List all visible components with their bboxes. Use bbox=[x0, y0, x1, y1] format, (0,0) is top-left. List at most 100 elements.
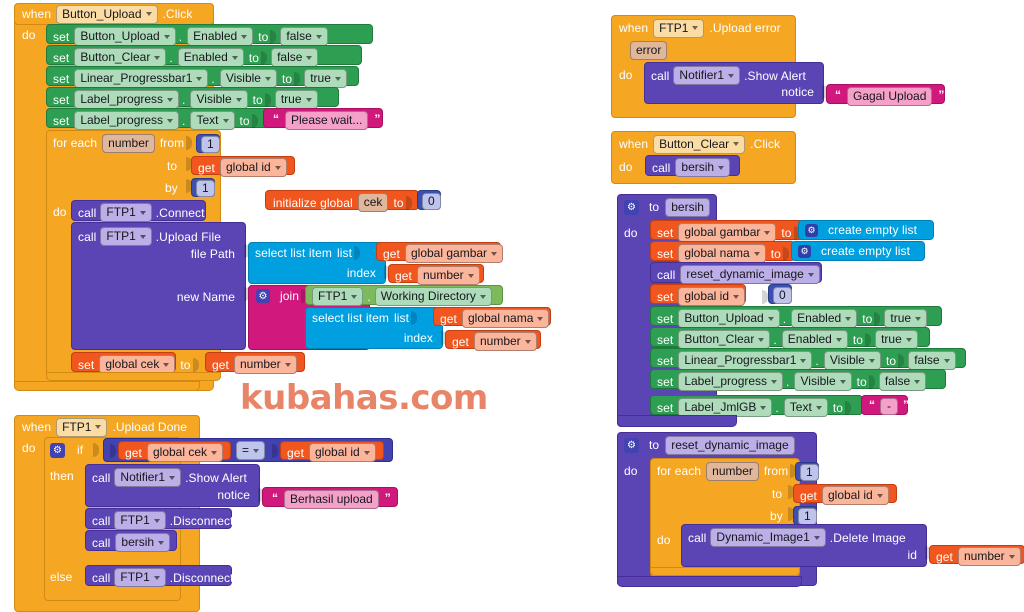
boolean-value-dropdown[interactable]: true bbox=[274, 90, 318, 109]
call-ftp1-upload-file[interactable]: call FTP1 .Upload File file Path new Nam… bbox=[71, 222, 246, 350]
property-dropdown[interactable]: Text bbox=[190, 111, 235, 130]
boolean-value-dropdown[interactable]: false bbox=[271, 48, 319, 67]
component-dropdown[interactable]: Linear_Progressbar1 bbox=[74, 69, 209, 88]
property-dropdown[interactable]: Visible bbox=[219, 69, 277, 88]
procedure-dropdown[interactable]: reset_dynamic_image bbox=[680, 265, 820, 284]
boolean-value-dropdown[interactable]: true bbox=[875, 330, 918, 349]
variable-dropdown[interactable]: number bbox=[473, 332, 537, 351]
text-value-field[interactable]: Please wait... bbox=[285, 111, 369, 130]
number-block-reset-from-1[interactable]: 1 bbox=[795, 462, 819, 481]
boolean-value-dropdown[interactable]: true bbox=[884, 309, 928, 328]
property-dropdown[interactable]: Text bbox=[783, 398, 828, 417]
get-global-id-reset[interactable]: get global id bbox=[793, 484, 897, 505]
setter-bersih-button-clear-enabled[interactable]: set Button_Clear . Enabled to true bbox=[650, 327, 930, 349]
text-block-berhasil-upload[interactable]: “ Berhasil upload ” bbox=[262, 487, 398, 509]
procedure-dropdown[interactable]: bersih bbox=[675, 158, 731, 177]
setter-button-clear-enabled[interactable]: set Button_Clear . Enabled to false bbox=[46, 45, 362, 67]
property-dropdown[interactable]: Working Directory bbox=[374, 287, 492, 306]
variable-dropdown[interactable]: number bbox=[416, 266, 480, 285]
boolean-value-dropdown[interactable]: false bbox=[280, 27, 328, 46]
property-dropdown[interactable]: Enabled bbox=[187, 27, 254, 46]
text-value-field[interactable]: - bbox=[880, 398, 898, 415]
number-block-from-1[interactable]: 1 bbox=[196, 134, 220, 153]
setter-label-progress-text[interactable]: set Label_progress . Text to bbox=[46, 108, 270, 130]
component-dropdown[interactable]: Linear_Progressbar1 bbox=[678, 351, 813, 370]
variable-dropdown[interactable]: number bbox=[957, 547, 1021, 566]
component-dropdown[interactable]: Label_progress bbox=[74, 90, 180, 109]
setter-linear-progressbar1-visible[interactable]: set Linear_Progressbar1 . Visible to tru… bbox=[46, 66, 359, 88]
component-dropdown[interactable]: Button_Clear bbox=[74, 48, 167, 67]
call-procedure-bersih-then[interactable]: call bersih bbox=[85, 530, 177, 552]
component-dropdown[interactable]: Button_Upload bbox=[678, 309, 780, 328]
setter-bersih-label-progress-visible[interactable]: set Label_progress . Visible to false bbox=[650, 369, 946, 391]
property-dropdown[interactable]: Visible bbox=[794, 372, 852, 391]
call-ftp1-disconnect-then[interactable]: call FTP1 .Disconnect bbox=[85, 508, 233, 530]
component-dropdown[interactable]: Notifier1 bbox=[673, 66, 741, 85]
boolean-value-dropdown[interactable]: true bbox=[304, 69, 347, 88]
property-dropdown[interactable]: Enabled bbox=[781, 330, 848, 349]
property-dropdown[interactable]: Enabled bbox=[791, 309, 858, 328]
component-dropdown[interactable]: Dynamic_Image1 bbox=[710, 528, 826, 547]
component-dropdown[interactable]: FTP1 bbox=[114, 511, 166, 530]
number-block-by-1[interactable]: 1 bbox=[191, 178, 215, 197]
variable-dropdown[interactable]: global gambar bbox=[678, 223, 777, 242]
mutator-gear-icon[interactable]: ⚙ bbox=[624, 437, 639, 453]
get-number-index-2[interactable]: get number bbox=[445, 330, 541, 351]
event-component-dropdown[interactable]: Button_Upload bbox=[56, 4, 158, 24]
component-dropdown[interactable]: Notifier1 bbox=[114, 468, 182, 487]
component-dropdown[interactable]: Button_Clear bbox=[678, 330, 771, 349]
operator-dropdown[interactable]: = bbox=[236, 441, 266, 460]
variable-dropdown[interactable]: global id bbox=[309, 443, 376, 462]
select-list-item-nama[interactable]: select list item list index bbox=[305, 307, 443, 349]
get-number-index-1[interactable]: get number bbox=[388, 264, 484, 285]
mutator-gear-icon[interactable]: ⚙ bbox=[256, 289, 270, 303]
get-global-gambar[interactable]: get global gambar bbox=[376, 242, 504, 263]
call-ftp1-connect[interactable]: call FTP1 .Connect bbox=[71, 200, 206, 222]
getter-ftp1-working-directory[interactable]: FTP1 . Working Directory bbox=[305, 285, 503, 306]
setter-bersih-button-upload-enabled[interactable]: set Button_Upload . Enabled to true bbox=[650, 306, 942, 328]
create-empty-list-nama[interactable]: ⚙ create empty list bbox=[791, 241, 925, 261]
call-procedure-reset-dynamic-image[interactable]: call reset_dynamic_image bbox=[650, 262, 822, 284]
property-dropdown[interactable]: Visible bbox=[823, 351, 881, 370]
boolean-value-dropdown[interactable]: false bbox=[908, 351, 956, 370]
component-dropdown[interactable]: FTP1 bbox=[100, 203, 152, 222]
mutator-gear-icon[interactable]: ⚙ bbox=[624, 199, 639, 215]
component-dropdown[interactable]: FTP1 bbox=[114, 568, 166, 587]
comparison-block-equals[interactable]: get global cek = get global id bbox=[103, 438, 393, 462]
setter-global-cek[interactable]: set global cek to bbox=[71, 352, 199, 374]
mutator-gear-icon[interactable]: ⚙ bbox=[798, 244, 811, 258]
component-dropdown[interactable]: Label_progress bbox=[678, 372, 784, 391]
call-ftp1-disconnect-else[interactable]: call FTP1 .Disconnect bbox=[85, 565, 233, 587]
number-block-id-0[interactable]: 0 bbox=[768, 284, 792, 304]
number-field[interactable]: 1 bbox=[196, 180, 215, 197]
number-field[interactable]: 1 bbox=[800, 464, 819, 481]
call-notifier1-show-alert-done[interactable]: call Notifier1 .Show Alert notice bbox=[85, 464, 260, 507]
mutator-gear-icon[interactable]: ⚙ bbox=[805, 223, 818, 237]
call-notifier1-show-alert-error[interactable]: call Notifier1 .Show Alert notice bbox=[644, 62, 824, 104]
select-list-item-gambar[interactable]: select list item list index bbox=[248, 242, 386, 284]
variable-dropdown[interactable]: global id bbox=[678, 287, 746, 306]
number-block-cek-0[interactable]: 0 bbox=[417, 190, 441, 210]
variable-dropdown[interactable]: global cek bbox=[146, 443, 224, 462]
setter-button-upload-enabled[interactable]: set Button_Upload . Enabled to false bbox=[46, 24, 373, 46]
setter-global-id[interactable]: set global id to bbox=[650, 284, 769, 306]
variable-dropdown[interactable]: global gambar bbox=[404, 244, 504, 263]
call-procedure-bersih-clear[interactable]: call bersih bbox=[645, 155, 740, 177]
property-dropdown[interactable]: Visible bbox=[190, 90, 248, 109]
component-dropdown[interactable]: FTP1 bbox=[312, 287, 364, 306]
event-param-error[interactable]: error bbox=[630, 41, 668, 60]
get-number-delete-id[interactable]: get number bbox=[929, 545, 1024, 566]
init-global-cek-block[interactable]: initialize global cek to bbox=[265, 190, 419, 212]
variable-dropdown[interactable]: global id bbox=[219, 158, 287, 177]
number-field[interactable]: 0 bbox=[422, 193, 441, 210]
variable-dropdown[interactable]: global id bbox=[821, 486, 889, 505]
get-number-cek[interactable]: get number bbox=[205, 352, 305, 374]
get-global-cek[interactable]: get global cek bbox=[118, 441, 231, 462]
procedure-name-field[interactable]: reset_dynamic_image bbox=[665, 435, 795, 455]
loop-variable-field[interactable]: number bbox=[706, 461, 759, 481]
setter-label-progress-visible[interactable]: set Label_progress . Visible to true bbox=[46, 87, 339, 109]
text-block-please-wait[interactable]: “ Please wait... ” bbox=[263, 108, 383, 130]
loop-variable-field[interactable]: number bbox=[102, 133, 155, 153]
get-global-id-cond[interactable]: get global id bbox=[280, 441, 385, 462]
call-dynamic-image1-delete-image[interactable]: call Dynamic_Image1 .Delete Image id bbox=[681, 524, 927, 567]
